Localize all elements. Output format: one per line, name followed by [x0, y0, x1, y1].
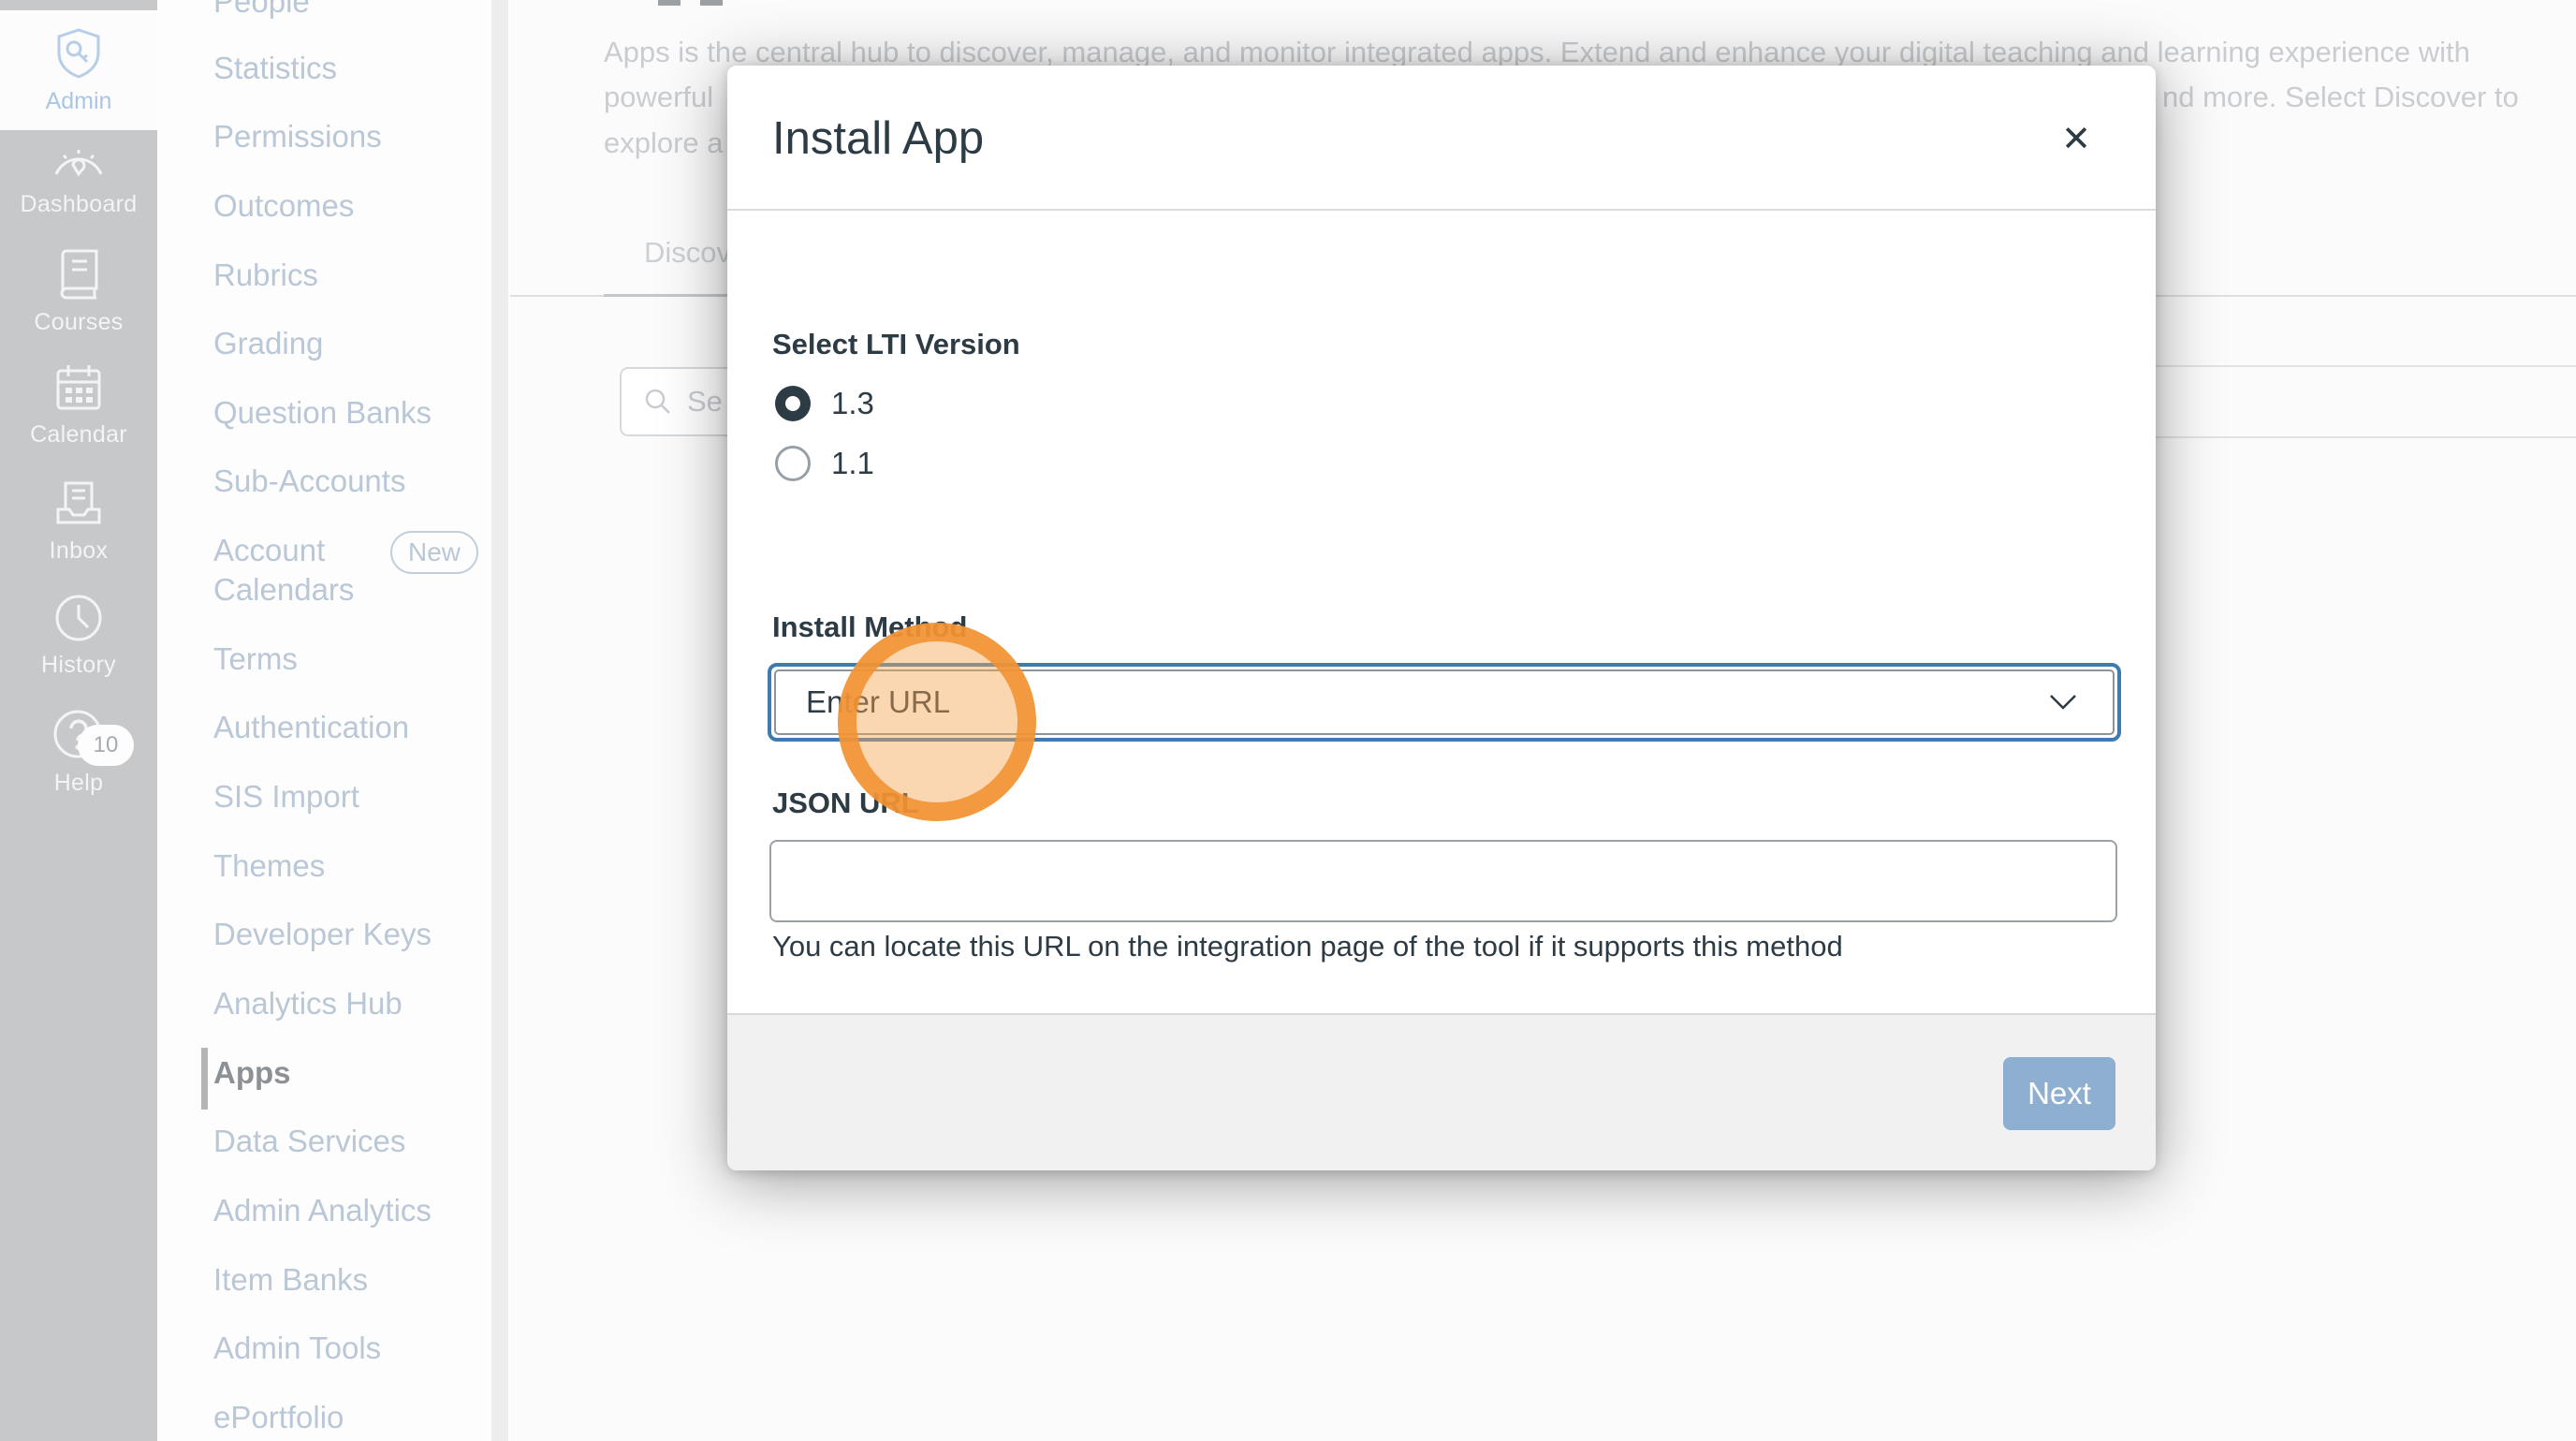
menu-item-statistics[interactable]: Statistics	[213, 49, 337, 88]
menu-item-outcomes[interactable]: Outcomes	[213, 186, 354, 226]
sidebar-item-label: Inbox	[50, 537, 109, 565]
active-item-bar	[201, 1048, 208, 1110]
sidebar-item-label: Help	[54, 770, 104, 797]
sidebar-item-label: Calendar	[30, 421, 127, 448]
menu-scrollbar[interactable]	[491, 0, 508, 1441]
sidebar-item-admin[interactable]: Admin	[0, 10, 157, 130]
lti-version-label: Select LTI Version	[772, 328, 1020, 361]
install-app-modal: Install App ✕ Select LTI Version 1.3 1.1…	[727, 66, 2156, 1170]
radio-label: 1.1	[831, 446, 874, 481]
sidebar-item-inbox[interactable]: Inbox	[0, 478, 157, 584]
sidebar-item-label: Admin	[46, 88, 112, 115]
modal-header: Install App ✕	[727, 66, 2156, 211]
menu-item-sis-import[interactable]: SIS Import	[213, 777, 359, 816]
radio-unselected-icon[interactable]	[775, 446, 811, 481]
menu-item-grading[interactable]: Grading	[213, 324, 323, 363]
json-url-helper-text: You can locate this URL on the integrati…	[772, 930, 1843, 963]
radio-lti-1-3[interactable]: 1.3	[775, 386, 874, 421]
table-row-divider	[2156, 365, 2576, 367]
radio-selected-icon[interactable]	[775, 386, 811, 421]
close-icon[interactable]: ✕	[2048, 110, 2104, 167]
install-method-label: Install Method	[772, 610, 967, 644]
apps-intro-line2-left: powerful	[604, 81, 713, 114]
menu-item-rubrics[interactable]: Rubrics	[213, 256, 318, 295]
modal-title: Install App	[772, 112, 984, 165]
admin-shield-key-icon	[51, 26, 106, 81]
dashboard-gauge-icon	[51, 133, 107, 184]
menu-item-themes[interactable]: Themes	[213, 846, 325, 886]
menu-item-terms[interactable]: Terms	[213, 640, 298, 679]
menu-item-question-banks[interactable]: Question Banks	[213, 393, 432, 433]
sidebar-item-label: Courses	[34, 309, 123, 336]
menu-item-permissions[interactable]: Permissions	[213, 117, 382, 156]
json-url-label: JSON URL	[772, 787, 919, 820]
sidebar-item-history[interactable]: History	[0, 592, 157, 698]
menu-item-people[interactable]: People	[213, 0, 310, 22]
table-row-divider	[2156, 436, 2576, 438]
modal-footer: Next	[727, 1013, 2156, 1170]
calendar-icon	[52, 361, 105, 414]
sidebar-item-courses[interactable]: Courses	[0, 247, 157, 354]
inbox-icon	[52, 478, 105, 530]
select-value: Enter URL	[806, 684, 950, 720]
menu-item-developer-keys[interactable]: Developer Keys	[213, 915, 432, 954]
menu-item-data-services[interactable]: Data Services	[213, 1122, 405, 1161]
menu-item-admin-analytics[interactable]: Admin Analytics	[213, 1191, 432, 1230]
select-inner: Enter URL	[774, 669, 2115, 735]
chevron-down-icon	[2049, 694, 2077, 711]
menu-item-account-calendars[interactable]: Account Calendars	[213, 531, 401, 610]
apps-intro-line2-right: nd more. Select Discover to	[2162, 81, 2519, 114]
help-count-badge: 10	[78, 725, 134, 766]
apps-intro-line1: Apps is the central hub to discover, man…	[604, 36, 2470, 69]
menu-item-item-banks[interactable]: Item Banks	[213, 1260, 368, 1300]
apps-intro-line3-left: explore a	[604, 126, 724, 160]
menu-item-eportfolio[interactable]: ePortfolio	[213, 1398, 344, 1437]
menu-item-analytics-hub[interactable]: Analytics Hub	[213, 984, 402, 1023]
admin-menu-panel: People Statistics Permissions Outcomes R…	[157, 0, 510, 1441]
sidebar-item-help[interactable]: Help	[0, 704, 157, 811]
menu-item-authentication[interactable]: Authentication	[213, 708, 409, 747]
history-clock-icon	[52, 592, 105, 644]
sidebar-item-dashboard[interactable]: Dashboard	[0, 133, 157, 240]
sidebar-item-label: History	[41, 652, 116, 679]
menu-item-apps[interactable]: Apps	[213, 1053, 291, 1093]
menu-item-admin-tools[interactable]: Admin Tools	[213, 1329, 381, 1368]
sidebar-item-calendar[interactable]: Calendar	[0, 361, 157, 468]
radio-label: 1.3	[831, 386, 874, 421]
menu-item-sub-accounts[interactable]: Sub-Accounts	[213, 462, 405, 501]
search-icon	[644, 388, 672, 416]
new-badge: New	[390, 531, 478, 574]
page-heading-remnant	[700, 0, 723, 6]
sidebar-item-label: Dashboard	[20, 191, 137, 218]
install-method-select[interactable]: Enter URL	[768, 663, 2121, 742]
courses-book-icon	[53, 247, 104, 301]
next-button[interactable]: Next	[2003, 1057, 2115, 1130]
radio-lti-1-1[interactable]: 1.1	[775, 446, 874, 481]
page-heading-remnant	[658, 0, 681, 6]
json-url-input[interactable]	[769, 840, 2117, 922]
global-navigation: Admin Dashboard Courses Calendar	[0, 0, 157, 1441]
